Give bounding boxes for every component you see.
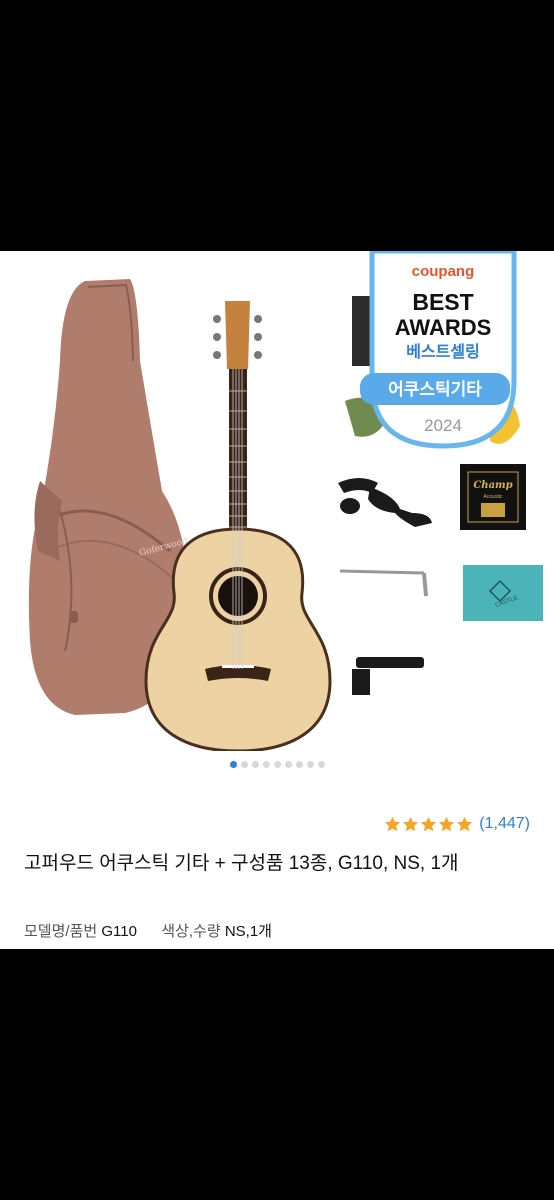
carousel-dot[interactable]: [284, 761, 292, 768]
star-icon: [439, 816, 455, 831]
carousel-dot[interactable]: [273, 761, 281, 768]
rating[interactable]: (1,447): [384, 813, 530, 835]
carousel-dot[interactable]: [240, 761, 248, 768]
badge-korean-text: 베스트셀링: [406, 342, 480, 361]
star-icon: [403, 816, 419, 831]
product-card: Goferwood coupang BEST AWARDS 베스트셀링 어쿠스틱…: [0, 251, 554, 949]
carousel-dot[interactable]: [306, 761, 314, 768]
product-image[interactable]: Goferwood coupang BEST AWARDS 베스트셀링 어쿠스틱…: [0, 251, 554, 751]
model-label: 모델명/품번: [24, 923, 98, 940]
star-icon: [457, 816, 473, 831]
badge-best-text: BEST: [412, 289, 473, 315]
best-awards-badge: coupang BEST AWARDS 베스트셀링 어쿠스틱기타 2024: [360, 251, 517, 449]
badge-awards-text: AWARDS: [395, 315, 492, 340]
model-value: G110: [101, 923, 137, 940]
badge-category-text: 어쿠스틱기타: [388, 380, 482, 399]
allen-wrench: [339, 569, 428, 597]
product-image-graphic: Goferwood coupang BEST AWARDS 베스트셀링 어쿠스틱…: [28, 251, 543, 751]
guitar-strap: [338, 478, 432, 527]
option-label: 색상,수량: [161, 923, 221, 940]
carousel-dot[interactable]: [229, 761, 237, 768]
option-value: NS,1개: [224, 923, 272, 940]
star-icon: [421, 816, 437, 831]
product-meta: 모델명/품번 G110 색상,수량 NS,1개: [24, 920, 272, 941]
strings-pack: Champ Acoustic: [460, 464, 526, 530]
string-winder: [352, 657, 424, 695]
review-count-link[interactable]: (1,447): [479, 815, 530, 833]
carousel-dot[interactable]: [251, 761, 259, 768]
carousel-dot[interactable]: [317, 761, 325, 768]
strings-subtitle-text: Acoustic: [484, 494, 503, 500]
star-icon: [385, 816, 401, 831]
polishing-cloth: CASTLE: [463, 565, 543, 621]
carousel-dots[interactable]: [0, 761, 554, 773]
badge-year-text: 2024: [424, 416, 462, 435]
carousel-dot[interactable]: [262, 761, 270, 768]
star-rating: [384, 816, 473, 833]
carousel-dot[interactable]: [295, 761, 303, 768]
product-title[interactable]: 고퍼우드 어쿠스틱 기타 + 구성품 13종, G110, NS, 1개: [24, 849, 524, 878]
strings-brand-text: Champ: [473, 480, 512, 491]
coupang-logo-text: coupang: [412, 263, 475, 280]
